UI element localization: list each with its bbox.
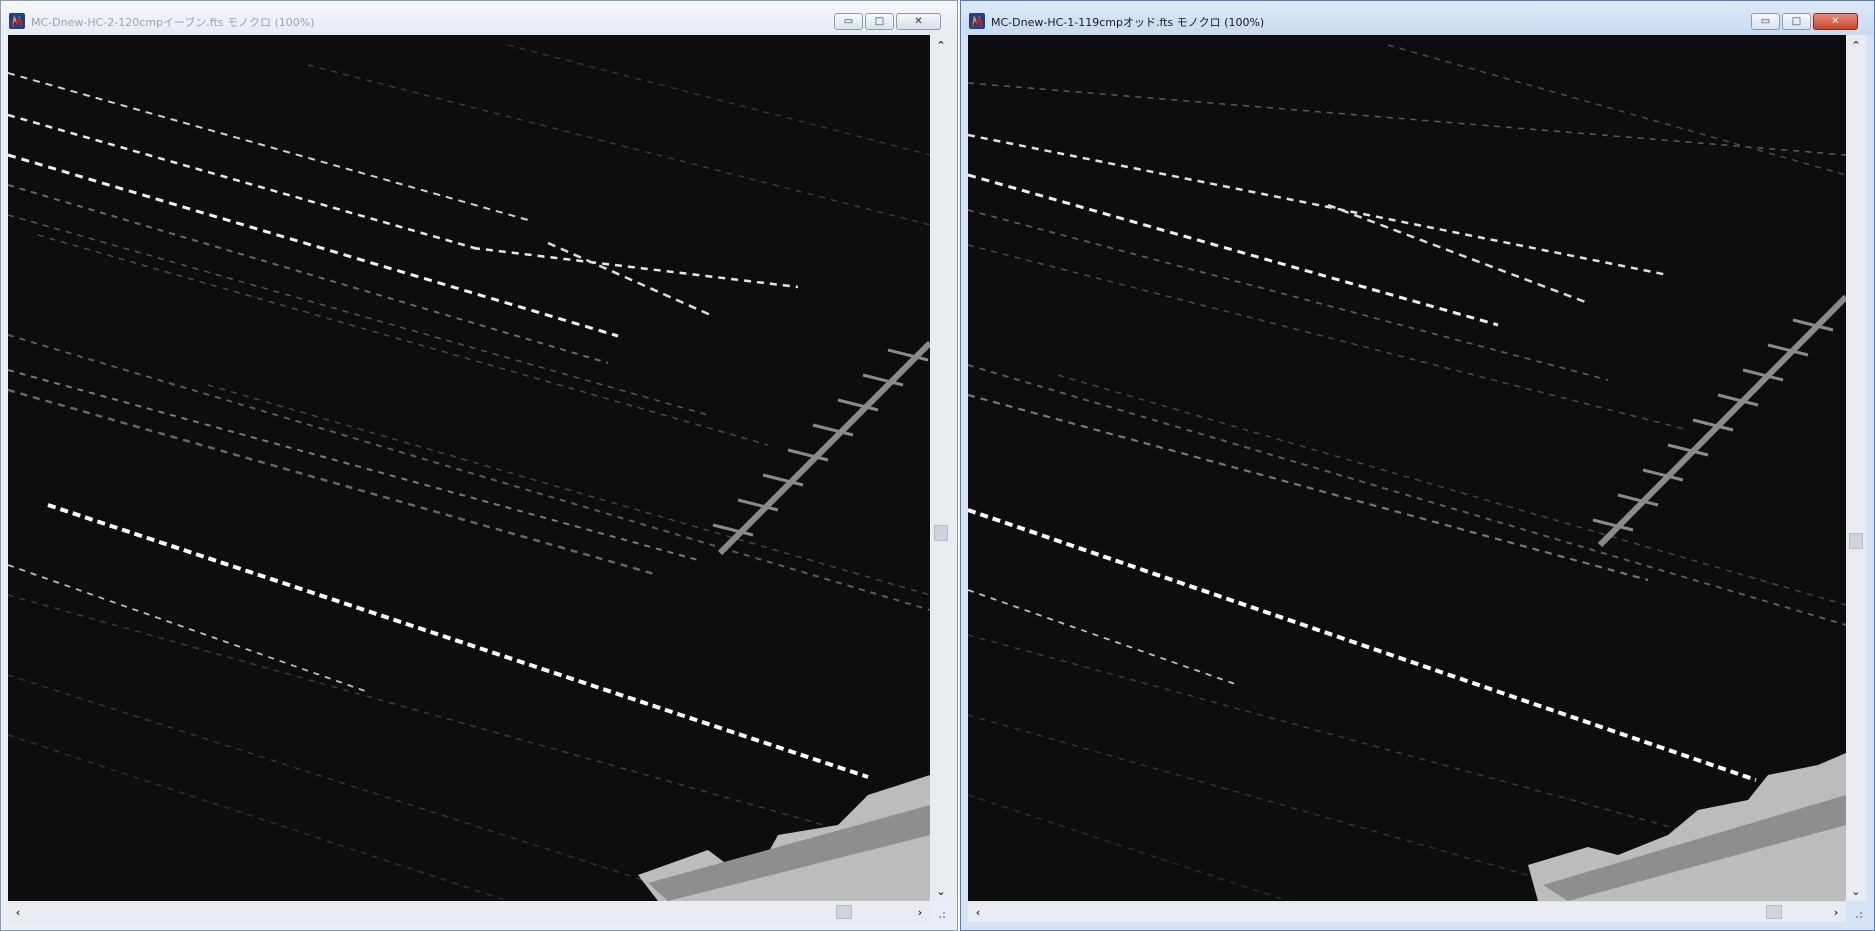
- resize-grip-icon[interactable]: [929, 902, 949, 922]
- vertical-scroll-thumb[interactable]: [934, 525, 948, 541]
- scroll-left-icon[interactable]: ‹: [970, 904, 986, 920]
- window-title: MC-Dnew-HC-1-119cmpオッド.fts モノクロ (100%): [991, 16, 1265, 29]
- star-trail-image: [8, 35, 930, 901]
- vertical-scrollbar[interactable]: ⌃ ⌄: [931, 35, 951, 901]
- title-bar[interactable]: MC-Dnew-HC-1-119cmpオッド.fts モノクロ (100%) ▭…: [961, 1, 1874, 35]
- horizontal-scrollbar[interactable]: ‹ ›: [968, 902, 1846, 922]
- image-canvas[interactable]: [968, 35, 1846, 901]
- vertical-scrollbar[interactable]: ⌃ ⌄: [1846, 35, 1866, 901]
- title-bar[interactable]: MC-Dnew-HC-2-120cmpイーブン.fts モノクロ (100%) …: [1, 1, 957, 35]
- close-icon: ✕: [1831, 16, 1840, 27]
- window-title: MC-Dnew-HC-2-120cmpイーブン.fts モノクロ (100%): [31, 16, 315, 29]
- close-button[interactable]: ✕: [1813, 13, 1858, 30]
- horizontal-scrollbar[interactable]: ‹ ›: [8, 902, 930, 922]
- maximize-button[interactable]: □: [865, 13, 894, 30]
- image-window-right[interactable]: MC-Dnew-HC-1-119cmpオッド.fts モノクロ (100%) ▭…: [960, 0, 1875, 931]
- scroll-down-icon[interactable]: ⌄: [933, 883, 949, 899]
- scroll-left-icon[interactable]: ‹: [10, 904, 26, 920]
- app-icon: [9, 13, 25, 29]
- scroll-right-icon[interactable]: ›: [912, 904, 928, 920]
- star-trail-image: [968, 35, 1846, 901]
- minimize-button[interactable]: ▭: [834, 13, 863, 30]
- scroll-up-icon[interactable]: ⌃: [933, 37, 949, 53]
- minimize-icon: ▭: [1760, 16, 1771, 27]
- minimize-button[interactable]: ▭: [1751, 13, 1780, 30]
- horizontal-scroll-thumb[interactable]: [1766, 905, 1782, 919]
- resize-grip-icon[interactable]: [1846, 902, 1866, 922]
- app-icon: [969, 13, 985, 29]
- scroll-right-icon[interactable]: ›: [1828, 904, 1844, 920]
- window-controls: ▭ □ ✕: [1751, 13, 1858, 30]
- scroll-down-icon[interactable]: ⌄: [1848, 883, 1864, 899]
- horizontal-scroll-thumb[interactable]: [836, 905, 852, 919]
- image-window-left[interactable]: MC-Dnew-HC-2-120cmpイーブン.fts モノクロ (100%) …: [0, 0, 958, 931]
- close-icon: ✕: [914, 16, 923, 27]
- scroll-up-icon[interactable]: ⌃: [1848, 37, 1864, 53]
- image-canvas[interactable]: [8, 35, 930, 901]
- close-button[interactable]: ✕: [896, 13, 941, 30]
- maximize-icon: □: [1791, 16, 1802, 27]
- maximize-button[interactable]: □: [1782, 13, 1811, 30]
- maximize-icon: □: [874, 16, 885, 27]
- minimize-icon: ▭: [843, 16, 854, 27]
- vertical-scroll-thumb[interactable]: [1849, 533, 1863, 549]
- window-controls: ▭ □ ✕: [834, 13, 941, 30]
